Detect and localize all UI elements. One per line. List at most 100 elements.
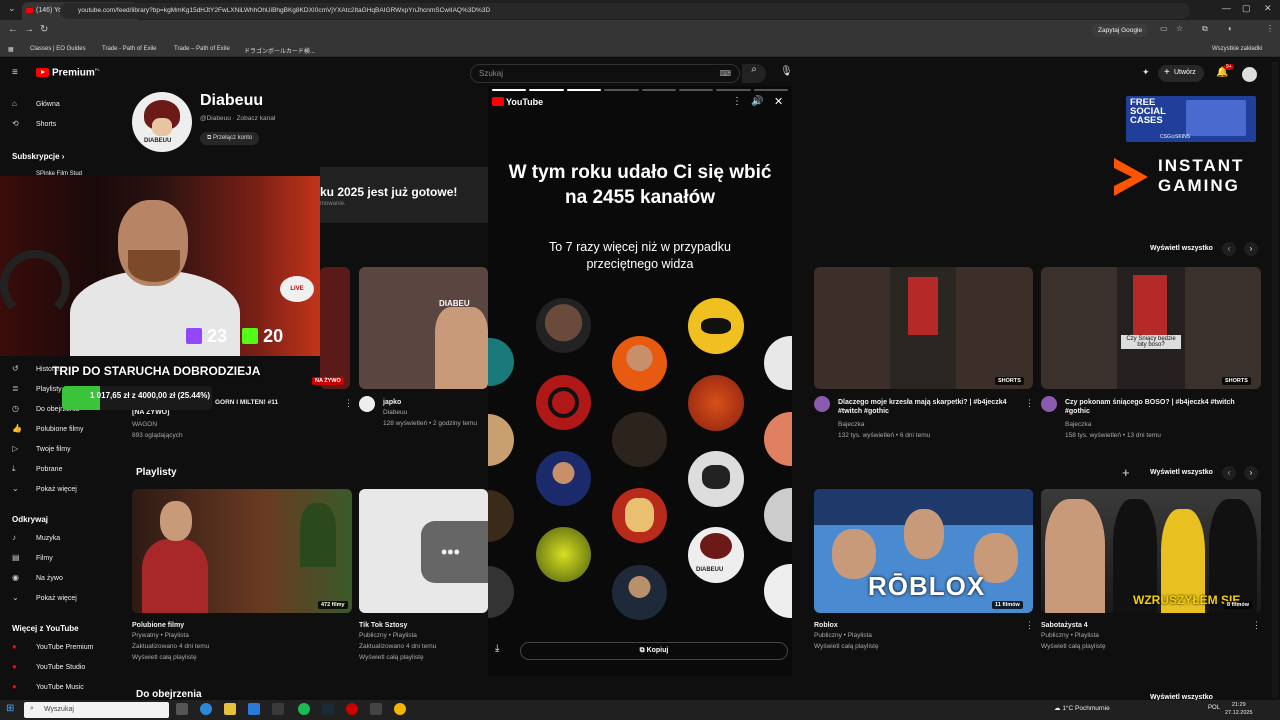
download-icon[interactable]: ⤓ [495,643,499,654]
close-icon[interactable]: ✕ [774,95,783,108]
address-bar[interactable]: youtube.com/feed/library?bp=kgMmKg15dHJt… [60,3,1190,19]
store-icon[interactable] [272,703,284,715]
youtube-logo[interactable]: PremiumPL [36,67,100,78]
channel-avatar-small[interactable] [814,396,830,412]
app-icon[interactable] [370,703,382,715]
microphone-icon[interactable]: 🎙 [780,66,793,77]
ask-google-button[interactable]: Zapytaj Google [1092,24,1149,37]
more-options-icon[interactable]: ⋮ [1252,620,1261,631]
spotify-icon[interactable] [298,703,310,715]
menu-icon[interactable]: ⋮ [1266,24,1274,33]
file-explorer-icon[interactable] [224,703,236,715]
playlist-thumbnail[interactable]: RŌBLOX [814,489,1033,613]
channel-handle[interactable]: @Diabeuu · Zobacz kanał [200,115,275,122]
playlist-title[interactable]: Roblox [814,621,838,630]
chevron-right-icon[interactable]: › [1244,242,1258,256]
weather-widget[interactable]: ☁ 1°C Pochmurnie [1054,704,1110,712]
hamburger-menu-icon[interactable]: ≡ [12,67,18,78]
card-channel[interactable]: Diabeuu [383,409,407,417]
language-indicator[interactable]: POL [1208,705,1220,711]
card-channel[interactable]: Bajeczka [1065,421,1091,429]
card-thumbnail[interactable] [814,267,1033,389]
tab-search-icon[interactable]: ⌄ [8,3,16,14]
chevron-left-icon[interactable]: ‹ [1222,242,1236,256]
playlist-thumbnail[interactable] [132,489,352,613]
sidebar-subscriptions[interactable]: Subskrypcje › [12,152,64,161]
bookmark-3[interactable]: Trade – Path of Exile [174,46,230,52]
sidebar-item-yt-music[interactable]: ● YouTube Music [12,682,84,691]
bookmark-star-icon[interactable]: ☆ [1176,24,1183,33]
maximize-icon[interactable]: ▢ [1242,3,1251,14]
search-input[interactable]: Szukaj ⌨ [470,64,740,83]
card-channel[interactable]: WAGON [132,421,157,429]
card-title[interactable]: Dlaczego moje krzesła mają skarpetki? | … [838,398,1024,416]
sidebar-item-yt-premium[interactable]: ● YouTube Premium [12,642,93,651]
channel-avatar-small[interactable] [1041,396,1057,412]
channel-name[interactable]: Diabeuu [200,92,263,110]
playlist-title[interactable]: Sabotażysta 4 [1041,621,1088,630]
card-title-extra[interactable]: GORN I MILTEN! #11 [215,398,278,407]
minimize-icon[interactable]: — [1222,3,1231,13]
sidebar-item-downloads[interactable]: ⤓ Pobrane [12,464,62,474]
chevron-right-icon[interactable]: › [1244,466,1258,480]
history-see-all[interactable]: Wyświetl wszystko [1150,245,1213,252]
mail-icon[interactable] [248,703,260,715]
close-window-icon[interactable]: ✕ [1264,3,1272,14]
obs-icon[interactable] [346,703,358,715]
taskbar-clock[interactable]: 21:29 27.12.2025 [1225,701,1253,717]
sidebar-item-live[interactable]: ◉ Na żywo [12,573,63,582]
taskbar-search-input[interactable]: ⌕ Wyszukaj [24,702,169,718]
playlist-title[interactable]: Tik Tok Sztosy [359,621,407,630]
card-title[interactable]: japko [383,398,401,407]
card-thumbnail[interactable] [320,267,350,389]
view-full-playlist[interactable]: Wyświetl całą playlistę [359,654,424,662]
instant-gaming-text[interactable]: INSTANT GAMING [1158,156,1280,196]
profile-icon[interactable]: ◐ [1228,24,1233,33]
bookmark-2[interactable]: Trade - Path of Exile [102,46,156,52]
extensions-icon[interactable]: ⧉ [1202,24,1208,34]
more-options-icon[interactable]: ⋮ [1025,620,1034,631]
sidebar-show-more-2[interactable]: ⌄ Pokaż więcej [12,593,77,602]
sidebar-item-shorts[interactable]: ⟲ Shorts [12,119,56,128]
sidebar-item-playlists[interactable]: ≣ Playlisty [12,384,62,393]
cast-icon[interactable]: ▭ [1160,24,1168,33]
task-view-icon[interactable] [176,703,188,715]
create-button[interactable]: + Utwórz [1158,65,1204,82]
channel-avatar-small[interactable] [359,396,375,412]
add-playlist-icon[interactable]: + [1122,465,1130,480]
back-icon[interactable]: ← [8,24,18,35]
cast-settings-icon[interactable]: ✦ [1142,67,1150,78]
sidebar-item-movies[interactable]: ▤ Filmy [12,553,53,562]
view-full-playlist[interactable]: Wyświetl całą playlistę [132,654,197,662]
sidebar-item-your-videos[interactable]: ▷ Twoje filmy [12,444,71,453]
switch-account-button[interactable]: ⧉ Przełącz konto [200,132,260,145]
recap-menu-icon[interactable]: ⋮ [732,96,742,107]
page-scrollbar[interactable] [1272,62,1278,698]
sidebar-show-more[interactable]: ⌄ Pokaż więcej [12,484,77,493]
channel-avatar[interactable]: DIABEUU [132,92,192,152]
apps-icon[interactable]: ▦ [8,46,14,53]
card-thumbnail[interactable]: DIABEU [359,267,488,389]
edge-icon[interactable] [200,703,212,715]
playlists-see-all[interactable]: Wyświetl wszystko [1150,469,1213,476]
bookmark-1[interactable]: Classes | EO Guides [30,46,86,52]
card-channel[interactable]: Bajeczka [838,421,864,429]
steam-icon[interactable] [322,703,334,715]
playlist-thumbnail[interactable]: WZRUSZYŁEM SIĘ [1041,489,1261,613]
chrome-icon[interactable] [394,703,406,715]
reload-icon[interactable]: ↻ [40,24,48,35]
volume-icon[interactable]: 🔊 [751,96,763,107]
sidebar-item-yt-studio[interactable]: ● YouTube Studio [12,662,85,671]
forward-icon[interactable]: → [24,24,34,35]
keyboard-icon[interactable]: ⌨ [719,69,731,78]
view-full-playlist[interactable]: Wyświetl całą playlistę [814,643,879,651]
all-bookmarks[interactable]: Wszystkie zakładki [1212,46,1262,52]
view-full-playlist[interactable]: Wyświetl całą playlistę [1041,643,1106,651]
card-thumbnail[interactable]: Czy Śniący będzie bity boso? [1041,267,1261,389]
sidebar-item-liked[interactable]: 👍 Polubione filmy [12,424,83,433]
windows-start-icon[interactable]: ⊞ [6,703,14,714]
more-options-icon[interactable]: ⋮ [1025,398,1034,409]
more-options-icon[interactable]: ⋮ [344,398,353,409]
playlist-thumbnail[interactable]: ••• [359,489,488,613]
sidebar-item-music[interactable]: ♪ Muzyka [12,533,60,542]
